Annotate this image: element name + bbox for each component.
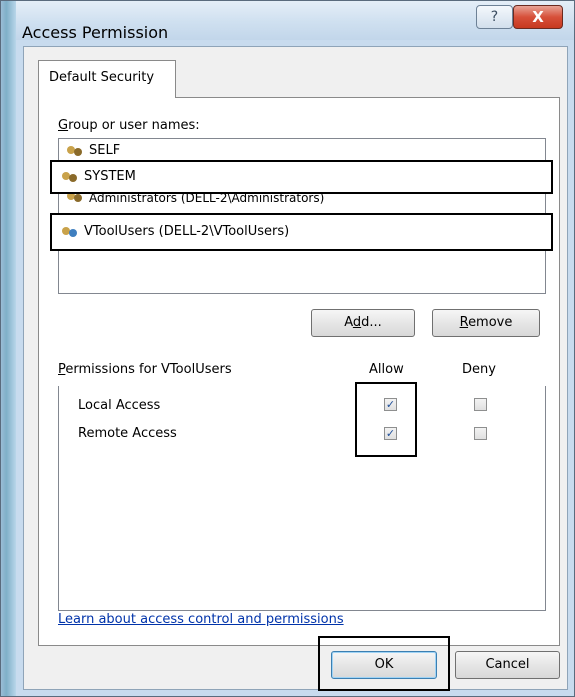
- tab-default-security[interactable]: Default Security: [38, 60, 176, 98]
- window-border: [0, 0, 575, 697]
